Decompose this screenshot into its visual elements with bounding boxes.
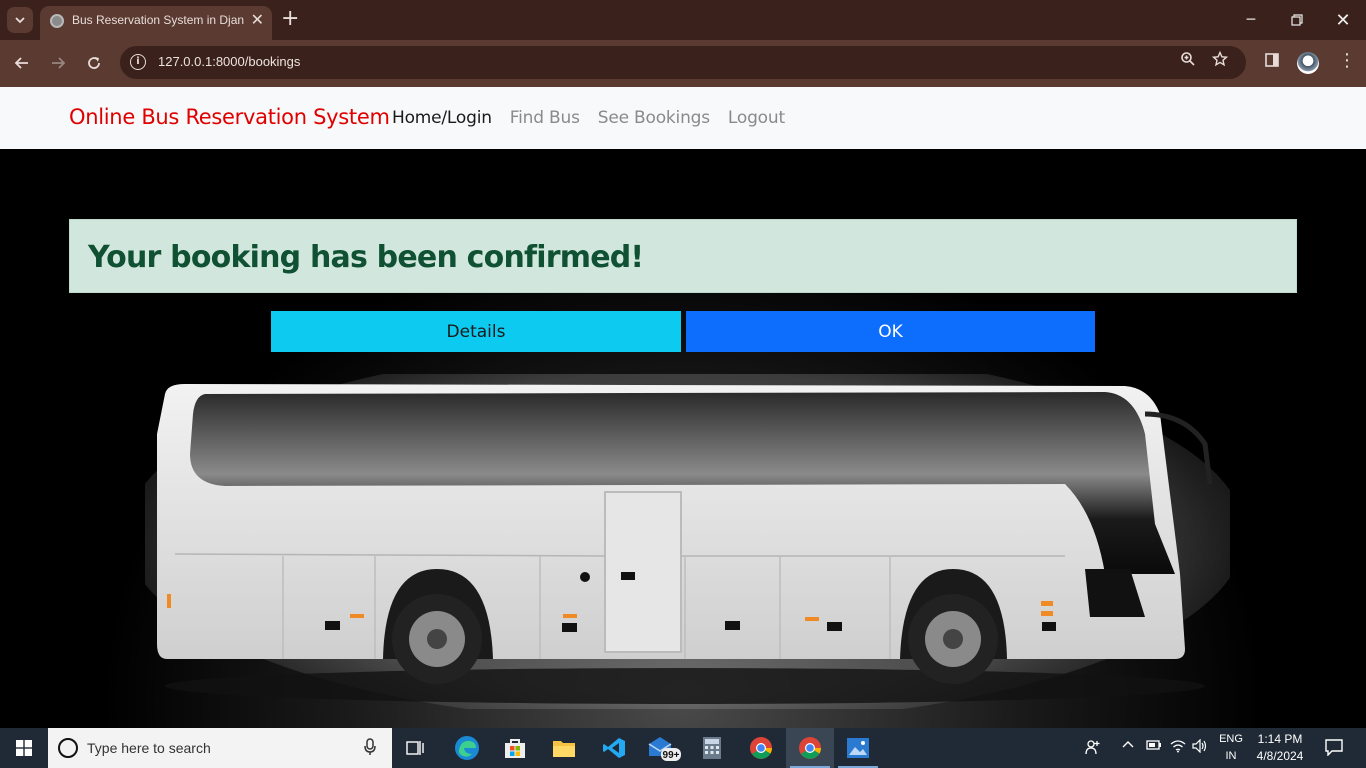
side-panel-icon[interactable] (1264, 52, 1280, 72)
vscode-app[interactable] (590, 728, 638, 768)
reload-icon (88, 57, 100, 69)
search-placeholder: Type here to search (87, 740, 211, 756)
task-view-icon (406, 741, 424, 755)
photos-icon (847, 738, 869, 758)
task-view-button[interactable] (392, 728, 440, 768)
chrome-icon (799, 737, 821, 759)
folder-icon (553, 741, 575, 757)
vscode-icon (603, 738, 625, 758)
arrow-left-icon (14, 57, 28, 69)
mail-icon: 99+ (648, 737, 681, 761)
close-window-button[interactable]: ✕ (1320, 0, 1366, 40)
restore-icon (1291, 14, 1303, 26)
close-tab-icon[interactable]: ✕ (251, 10, 264, 29)
clock[interactable]: 1:14 PM 4/8/2024 (1250, 731, 1310, 765)
language-indicator[interactable]: ENG IN (1216, 731, 1246, 765)
new-tab-button[interactable]: + (281, 7, 299, 31)
hero-section: Your booking has been confirmed! Details… (0, 149, 1366, 728)
notification-icon[interactable] (1325, 738, 1343, 760)
start-button[interactable] (0, 728, 48, 768)
cortana-icon (58, 738, 78, 758)
restore-button[interactable] (1274, 0, 1320, 40)
edge-app[interactable] (443, 728, 491, 768)
chevron-up-icon[interactable] (1122, 739, 1134, 755)
forward-button[interactable] (45, 50, 71, 76)
chrome-active-app[interactable] (786, 728, 834, 768)
tab-search-button[interactable] (7, 7, 33, 33)
chrome-app[interactable] (737, 728, 785, 768)
nav-see-bookings[interactable]: See Bookings (598, 108, 710, 128)
file-explorer-app[interactable] (540, 728, 588, 768)
nav-home-login[interactable]: Home/Login (392, 108, 492, 128)
windows-logo-icon (16, 740, 32, 756)
globe-icon (50, 14, 64, 28)
taskbar-search-box[interactable]: Type here to search (48, 728, 392, 768)
chrome-icon (750, 737, 772, 759)
people-icon[interactable] (1085, 739, 1101, 759)
info-icon[interactable]: i (130, 54, 146, 70)
mail-app[interactable]: 99+ (640, 728, 688, 768)
details-button[interactable]: Details (271, 311, 681, 352)
browser-tab[interactable]: Bus Reservation System in Django ✕ (40, 6, 272, 40)
clock-date: 4/8/2024 (1256, 749, 1304, 763)
profile-avatar[interactable] (1297, 52, 1319, 74)
back-button[interactable] (9, 50, 35, 76)
edge-icon (455, 736, 479, 760)
store-app[interactable] (491, 728, 539, 768)
arrow-right-icon (52, 57, 66, 69)
alert-message: Your booking has been confirmed! (88, 240, 644, 275)
ok-button[interactable]: OK (686, 311, 1095, 352)
photos-app[interactable] (834, 728, 882, 768)
windows-taskbar: Type here to search 99+ ENG IN 1:14 PM 4… (0, 728, 1366, 768)
nav-find-bus[interactable]: Find Bus (510, 108, 580, 128)
bus-image (145, 374, 1230, 709)
reload-button[interactable] (81, 50, 107, 76)
booking-confirmed-alert: Your booking has been confirmed! (69, 219, 1297, 293)
minimize-button[interactable]: ─ (1228, 0, 1274, 40)
region-code: IN (1225, 750, 1237, 762)
store-icon (505, 739, 525, 758)
brand-link[interactable]: Online Bus Reservation System (69, 105, 390, 129)
tab-title: Bus Reservation System in Django (72, 13, 244, 27)
browser-tab-bar: Bus Reservation System in Django ✕ + ─ ✕ (0, 0, 1366, 40)
calculator-icon (703, 737, 721, 759)
nav-links: Home/Login Find Bus See Bookings Logout (392, 108, 785, 128)
clock-time: 1:14 PM (1257, 732, 1303, 746)
address-bar[interactable]: i 127.0.0.1:8000/bookings (120, 46, 1246, 79)
mail-badge-count: 99+ (663, 750, 680, 761)
microphone-icon[interactable] (364, 738, 376, 760)
nav-logout[interactable]: Logout (728, 108, 785, 128)
site-navbar: Online Bus Reservation System Home/Login… (0, 87, 1366, 149)
volume-icon[interactable] (1192, 738, 1208, 757)
browser-toolbar: i 127.0.0.1:8000/bookings ⋮ (0, 40, 1366, 87)
calculator-app[interactable] (688, 728, 736, 768)
url-text[interactable]: 127.0.0.1:8000/bookings (158, 54, 300, 69)
more-menu-icon[interactable]: ⋮ (1338, 50, 1356, 71)
chevron-down-icon (15, 17, 25, 24)
wifi-icon[interactable] (1170, 739, 1186, 757)
language-code: ENG (1219, 733, 1243, 745)
zoom-icon[interactable] (1180, 51, 1196, 71)
battery-icon[interactable] (1146, 739, 1162, 755)
bookmark-star-icon[interactable] (1211, 50, 1229, 71)
